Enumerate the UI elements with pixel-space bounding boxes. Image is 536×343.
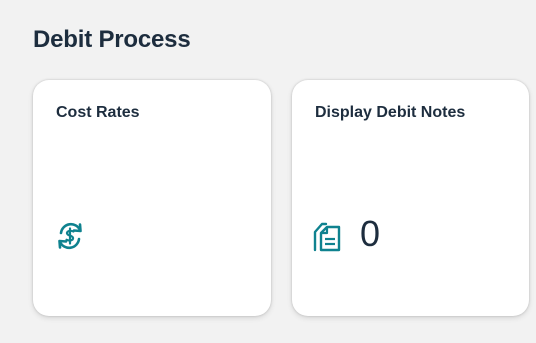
- group-title: Debit Process: [33, 26, 191, 53]
- tile-count: 0: [360, 213, 381, 254]
- tile-display-debit-notes[interactable]: Display Debit Notes 0: [292, 80, 529, 316]
- tile-cost-rates[interactable]: Cost Rates: [33, 80, 271, 316]
- currency-exchange-icon: [53, 219, 87, 253]
- tile-title: Cost Rates: [56, 104, 140, 121]
- documents-icon: [312, 219, 346, 253]
- tile-title: Display Debit Notes: [315, 104, 466, 121]
